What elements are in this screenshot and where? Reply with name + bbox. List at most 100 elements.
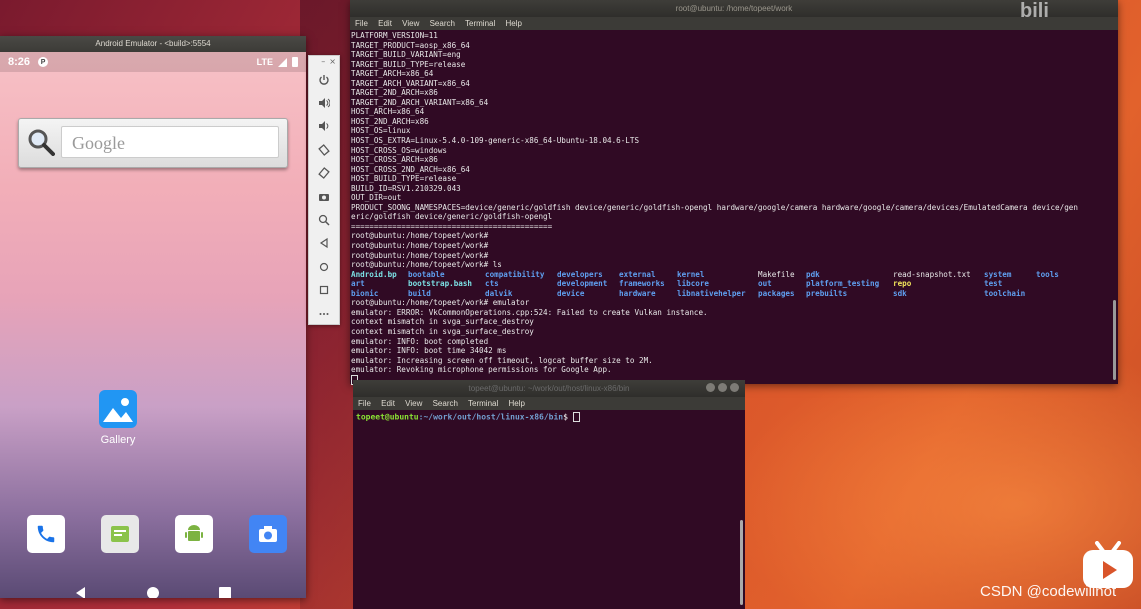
menu-terminal[interactable]: Terminal (465, 19, 495, 28)
ls-entry: build (408, 288, 431, 298)
menu-view[interactable]: View (402, 19, 419, 28)
terminal2-output[interactable]: topeet@ubuntu:~/work/out/host/linux-x86/… (353, 410, 745, 424)
ls-entry: test (984, 279, 1003, 289)
home-nav-icon[interactable] (146, 586, 160, 598)
volume-down-button[interactable] (309, 115, 339, 138)
terminal-output[interactable]: PLATFORM_VERSION=11 TARGET_PRODUCT=aosp_x… (350, 30, 1118, 385)
rotate-right-icon (318, 167, 330, 180)
terminal-line: root@ubuntu:/home/topeet/work# emulator (351, 298, 530, 308)
camera-icon (319, 193, 329, 201)
terminal2-window-controls (706, 383, 739, 392)
ls-entry: prebuilts (806, 288, 848, 298)
ls-entry: hardware (619, 288, 656, 298)
terminal-line: TARGET_BUILD_VARIANT=eng (351, 50, 461, 60)
more-button[interactable] (309, 302, 339, 325)
overview-nav-icon[interactable] (218, 586, 232, 598)
ls-entry: read-snapshot.txt (893, 269, 971, 279)
menu-help[interactable]: Help (506, 19, 522, 28)
emulator-window[interactable]: Android Emulator - <build>:5554 8:26 P L… (0, 36, 306, 598)
volume-down-icon (319, 121, 329, 132)
notification-icon: P (38, 57, 49, 67)
android-screen[interactable]: 8:26 P LTE Google Gallery (0, 52, 306, 598)
terminal-line: PLATFORM_VERSION=11 (351, 31, 438, 40)
ls-entry: pdk (806, 269, 820, 279)
maximize-icon[interactable] (718, 383, 727, 392)
gallery-icon (99, 390, 137, 428)
terminal-line: HOST_CROSS_ARCH=x86 (351, 155, 438, 165)
ls-output-row: Android.bp bootable compatibility developer… (351, 270, 1118, 280)
gallery-app[interactable]: Gallery (92, 390, 144, 446)
terminal-line: ========================================… (351, 221, 553, 231)
more-icon (319, 312, 329, 315)
toolbar-window-controls: – × (309, 56, 339, 68)
ls-entry: bootstrap.bash (408, 279, 473, 289)
minimize-icon[interactable] (706, 383, 715, 392)
menu-view[interactable]: View (405, 399, 422, 408)
menu-file[interactable]: File (358, 399, 371, 408)
power-button[interactable] (309, 68, 339, 91)
back-nav-icon[interactable] (74, 586, 88, 598)
terminal2-scrollbar[interactable] (740, 520, 743, 605)
prompt-path: :~/work/out/host/linux-x86/bin (418, 412, 564, 422)
camera-app-icon[interactable] (249, 515, 287, 553)
terminal-line: BUILD_ID=RSV1.210329.043 (351, 183, 461, 193)
close-icon[interactable] (730, 383, 739, 392)
google-search-widget[interactable]: Google (18, 118, 288, 168)
terminal-scrollbar[interactable] (1113, 300, 1116, 380)
ls-entry: platform_testing (806, 279, 880, 289)
csdn-watermark: CSDN @codewillnot (980, 583, 1117, 600)
messages-app-icon[interactable] (101, 515, 139, 553)
volume-up-icon (319, 98, 330, 109)
ls-entry: packages (758, 288, 795, 298)
google-search-field[interactable]: Google (61, 126, 279, 158)
terminal-line: HOST_OS=linux (351, 126, 411, 136)
rotate-left-button[interactable] (309, 138, 339, 161)
ls-entry: bionic (351, 288, 379, 298)
ls-entry: art (351, 279, 365, 289)
zoom-icon (318, 214, 330, 226)
terminal-line: OUT_DIR=out (351, 193, 402, 203)
ls-entry: development (557, 279, 608, 289)
menu-terminal[interactable]: Terminal (468, 399, 498, 408)
battery-icon (292, 57, 298, 67)
zoom-button[interactable] (309, 208, 339, 231)
screenshot-button[interactable] (309, 185, 339, 208)
emulator-title[interactable]: Android Emulator - <build>:5554 (0, 36, 306, 52)
terminal-line: TARGET_ARCH=x86_64 (351, 69, 434, 79)
terminal-line: emulator: INFO: boot completed (351, 336, 489, 346)
menu-edit[interactable]: Edit (381, 399, 395, 408)
rotate-left-icon (318, 143, 330, 156)
menu-edit[interactable]: Edit (378, 19, 392, 28)
terminal-window-main[interactable]: root@ubuntu: /home/topeet/work File Edit… (350, 0, 1118, 385)
terminal-line: HOST_OS_EXTRA=Linux-5.4.0-109-generic-x8… (351, 136, 640, 146)
menu-help[interactable]: Help (509, 399, 525, 408)
status-time: 8:26 (8, 56, 31, 68)
magnifier-icon (28, 129, 55, 156)
overview-button[interactable] (309, 279, 339, 302)
terminal-line: HOST_ARCH=x86_64 (351, 107, 425, 117)
phone-app-icon[interactable] (27, 515, 65, 553)
ls-entry: external (619, 269, 656, 279)
home-button[interactable] (309, 255, 339, 278)
ls-entry: system (984, 269, 1012, 279)
terminal-window-secondary[interactable]: topeet@ubuntu: ~/work/out/host/linux-x86… (353, 380, 745, 609)
ls-entry: developers (557, 269, 603, 279)
ls-entry: compatibility (485, 269, 545, 279)
close-icon[interactable]: × (329, 56, 336, 68)
rotate-right-button[interactable] (309, 162, 339, 185)
menu-search[interactable]: Search (433, 399, 458, 408)
status-right: LTE (257, 57, 298, 67)
volume-up-button[interactable] (309, 91, 339, 114)
menu-file[interactable]: File (355, 19, 368, 28)
terminal-title[interactable]: root@ubuntu: /home/topeet/work (350, 0, 1118, 17)
ls-entry: tools (1036, 269, 1059, 279)
wallpaper-glow (721, 349, 1141, 609)
terminal2-title[interactable]: topeet@ubuntu: ~/work/out/host/linux-x86… (353, 380, 745, 397)
terminal-line: context mismatch in svga_surface_destroy (351, 326, 534, 336)
android-app-icon[interactable] (175, 515, 213, 553)
menu-search[interactable]: Search (430, 19, 455, 28)
back-button[interactable] (309, 232, 339, 255)
terminal-line: TARGET_2ND_ARCH=x86 (351, 88, 438, 98)
ls-entry: device (557, 288, 585, 298)
minimize-icon[interactable]: – (321, 56, 325, 68)
